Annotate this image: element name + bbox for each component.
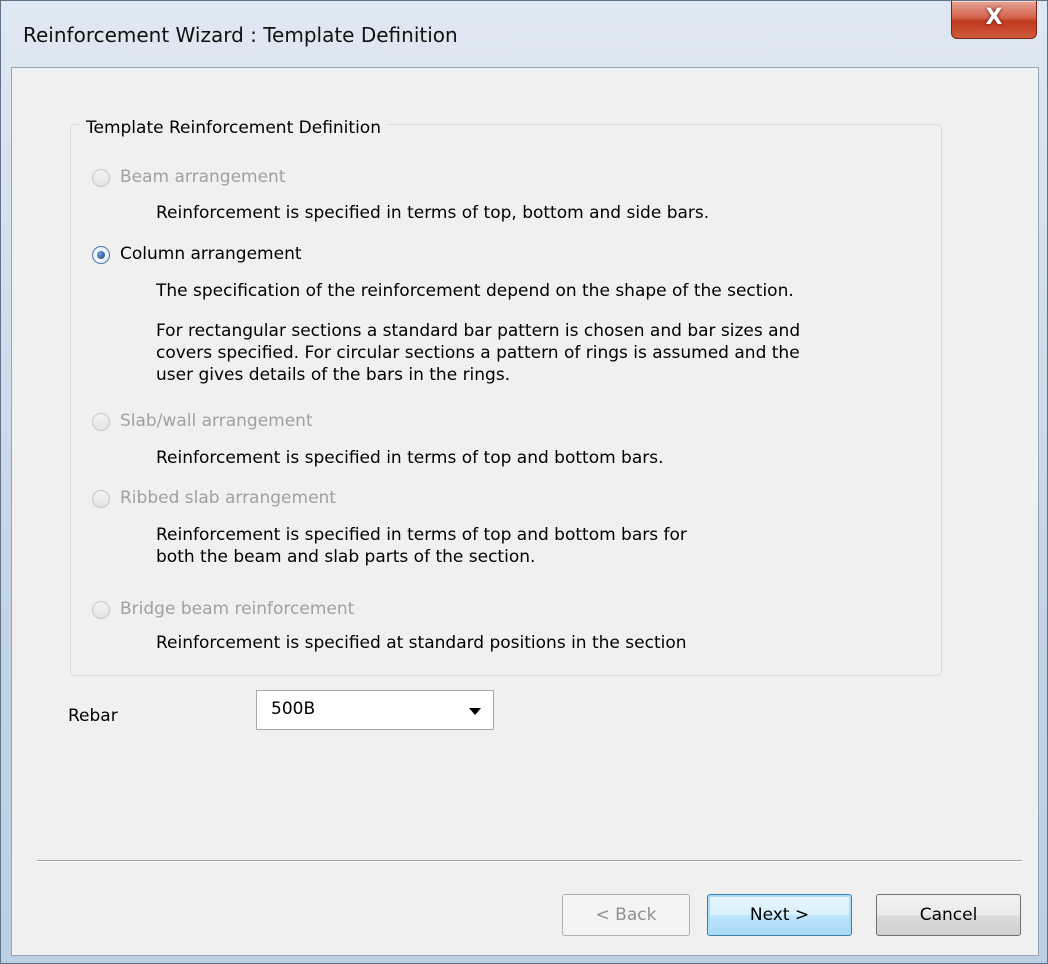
back-button[interactable]: < Back: [562, 894, 690, 936]
close-icon: X: [985, 5, 1003, 30]
ribbed-slab-description-line-1: Reinforcement is specified in terms of t…: [156, 525, 687, 545]
bridge-beam-reinforcement-radio[interactable]: [92, 601, 110, 619]
separator: [37, 860, 1022, 862]
ribbed-slab-arrangement-label: Ribbed slab arrangement: [120, 488, 336, 508]
rebar-dropdown[interactable]: 500B: [256, 690, 494, 730]
slab-wall-arrangement-radio[interactable]: [92, 413, 110, 431]
beam-arrangement-radio[interactable]: [92, 169, 110, 187]
bridge-beam-reinforcement-label: Bridge beam reinforcement: [120, 599, 355, 619]
dropdown-arrow-icon[interactable]: [469, 708, 481, 715]
column-arrangement-radio[interactable]: [92, 246, 110, 264]
rebar-label: Rebar: [68, 706, 118, 726]
cancel-button[interactable]: Cancel: [876, 894, 1021, 936]
window-title: Reinforcement Wizard : Template Definiti…: [23, 23, 458, 47]
dialog-body: Template Reinforcement Definition Beam a…: [11, 67, 1039, 956]
column-arrangement-detail-line-2: covers specified. For circular sections …: [156, 343, 800, 363]
group-title: Template Reinforcement Definition: [80, 118, 387, 138]
bridge-beam-reinforcement-description: Reinforcement is specified at standard p…: [156, 633, 687, 653]
slab-wall-arrangement-label: Slab/wall arrangement: [120, 411, 313, 431]
ribbed-slab-arrangement-radio[interactable]: [92, 490, 110, 508]
column-arrangement-detail-line-3: user gives details of the bars in the ri…: [156, 365, 511, 385]
title-bar[interactable]: Reinforcement Wizard : Template Definiti…: [1, 1, 1047, 67]
beam-arrangement-label: Beam arrangement: [120, 167, 286, 187]
rebar-selected-value: 500B: [271, 699, 316, 719]
ribbed-slab-description-line-2: both the beam and slab parts of the sect…: [156, 547, 536, 567]
column-arrangement-label: Column arrangement: [120, 244, 302, 264]
next-button[interactable]: Next >: [707, 894, 852, 936]
column-arrangement-description: The specification of the reinforcement d…: [156, 281, 794, 301]
column-arrangement-detail-line-1: For rectangular sections a standard bar …: [156, 321, 801, 341]
close-button[interactable]: X: [951, 1, 1037, 39]
slab-wall-arrangement-description: Reinforcement is specified in terms of t…: [156, 448, 664, 468]
beam-arrangement-description: Reinforcement is specified in terms of t…: [156, 203, 710, 223]
dialog-window: Reinforcement Wizard : Template Definiti…: [0, 0, 1048, 964]
